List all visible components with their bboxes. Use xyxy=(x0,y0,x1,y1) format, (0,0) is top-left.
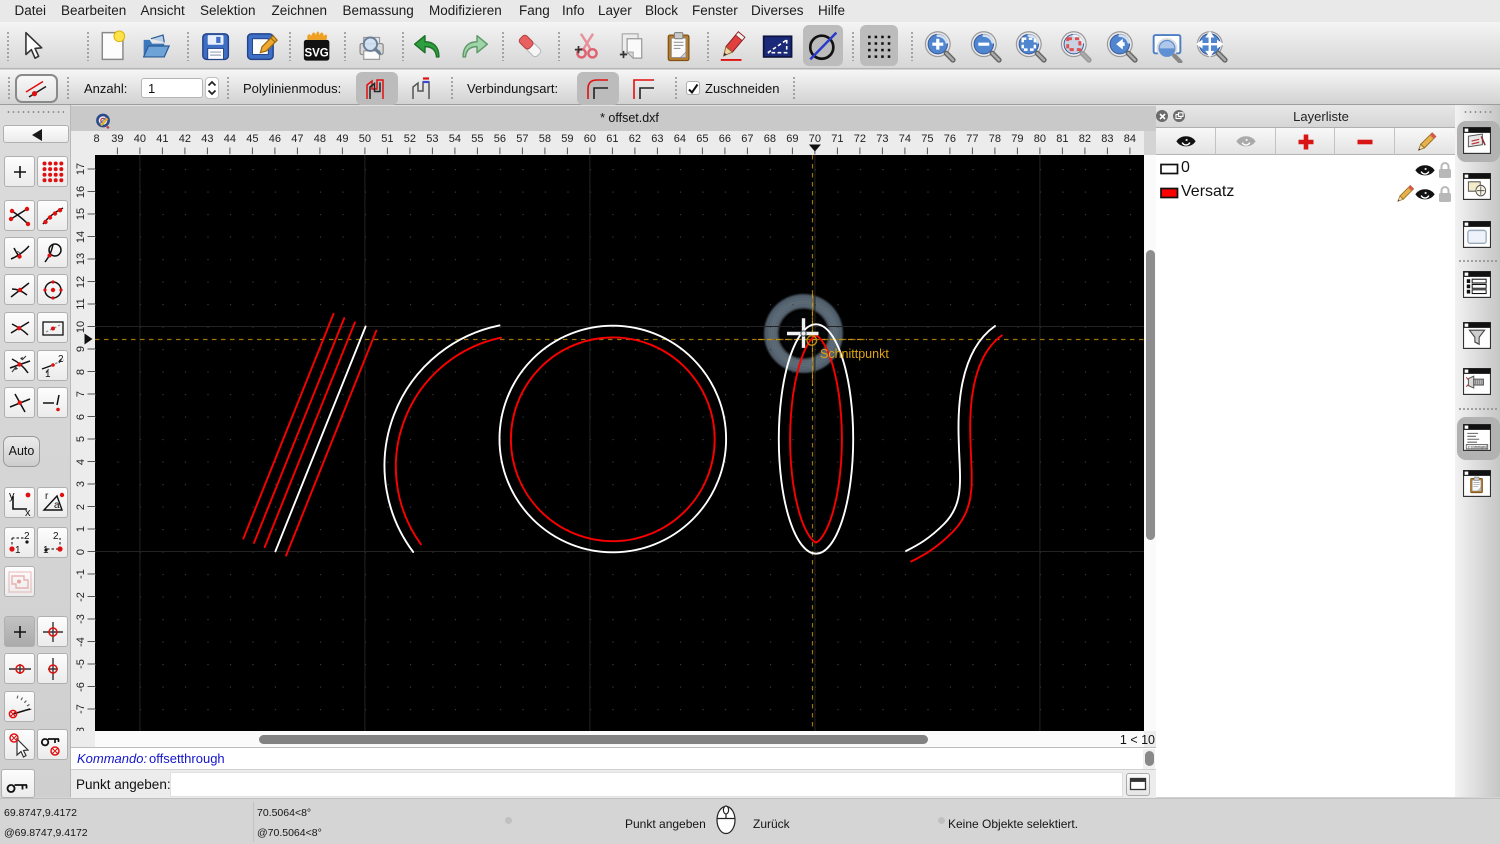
svg-text:y: y xyxy=(9,490,15,502)
svg-text:SVG: SVG xyxy=(304,47,328,59)
svg-text:2: 2 xyxy=(53,531,59,542)
svg-text:x: x xyxy=(25,507,31,517)
svg-text:a: a xyxy=(54,500,60,511)
svg-text:Schnittpunkt: Schnittpunkt xyxy=(820,347,889,361)
svg-text:1: 1 xyxy=(15,545,21,556)
svg-text:r: r xyxy=(45,491,49,502)
svg-text:2: 2 xyxy=(24,531,30,542)
svg-text:c command: c command xyxy=(1468,444,1487,449)
